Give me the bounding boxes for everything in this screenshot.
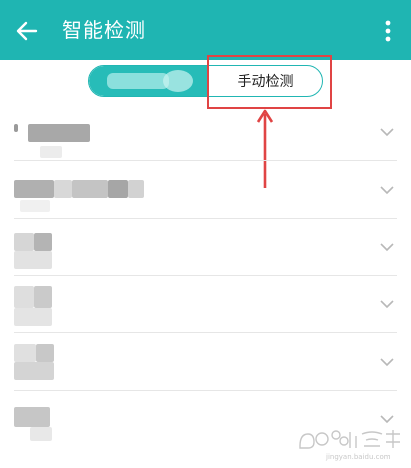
blurred-label-highlight [163,70,193,92]
baidu-jingyan-watermark: jingyan.baidu.com [299,430,400,461]
svg-text:jingyan.baidu.com: jingyan.baidu.com [325,453,391,461]
chevron-down-icon[interactable] [379,239,395,255]
chevron-down-icon[interactable] [379,124,395,140]
blurred-text [40,146,62,158]
page-title: 智能检测 [62,18,146,42]
blurred-text [14,362,54,380]
chevron-down-icon[interactable] [379,182,395,198]
blurred-text [14,233,34,251]
blurred-text [28,124,90,142]
chevron-down-icon[interactable] [379,296,395,312]
list-item[interactable] [0,276,411,333]
blurred-text [36,344,54,362]
more-vertical-icon[interactable] [378,18,398,44]
arrow-left-icon[interactable] [14,18,40,44]
blurred-text [14,407,50,427]
list-item[interactable] [0,219,411,276]
blurred-text [14,344,36,362]
list-item[interactable] [0,334,411,391]
blurred-text [108,180,128,198]
blurred-text [20,200,50,212]
blurred-text [14,180,54,198]
blurred-text [30,427,52,441]
blurred-text [14,308,52,326]
blurred-text [14,286,34,308]
divider [14,160,397,161]
divider [14,332,397,333]
blurred-text [34,286,52,308]
app-bar: 智能检测 [0,0,411,60]
blurred-label [107,73,169,89]
chevron-down-icon[interactable] [379,354,395,370]
blurred-text [14,251,52,269]
list-item[interactable] [0,162,411,219]
annotation-highlight-box [207,55,332,109]
blurred-text [72,180,108,198]
blurred-text [54,180,72,198]
list-item[interactable] [0,104,411,161]
tab-smart-detection[interactable] [89,66,207,96]
blurred-text [14,124,18,132]
blurred-text [34,233,52,251]
blurred-text [128,180,144,198]
